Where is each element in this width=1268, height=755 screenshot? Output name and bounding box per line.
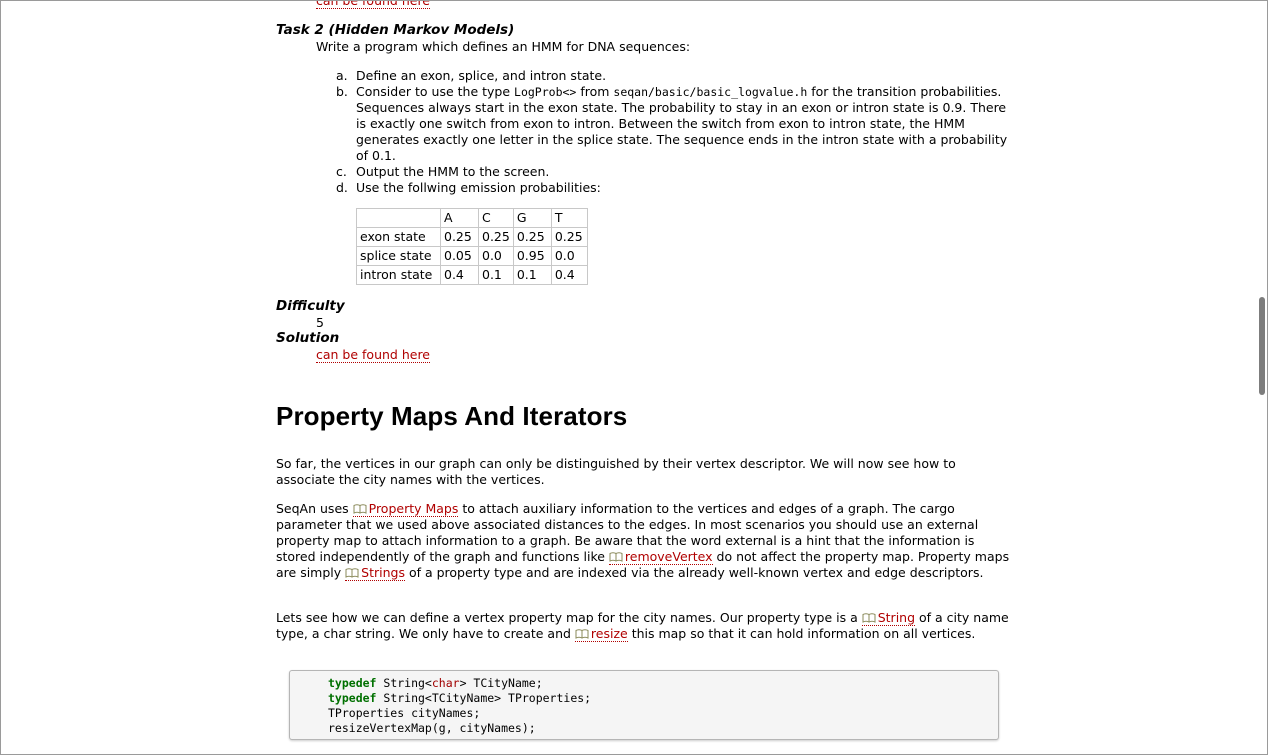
strings-link[interactable]: Strings [345,565,405,581]
book-icon [609,552,623,562]
table-cell [356,208,441,228]
table-cell: 0.25 [550,227,588,247]
book-icon [353,504,367,514]
table-row: splice state 0.05 0.0 0.95 0.0 [356,246,588,266]
document-viewport: can be found here Task 2 (Hidden Markov … [0,0,1268,755]
vertical-scrollbar-thumb[interactable] [1259,297,1265,395]
table-cell: 0.0 [478,246,514,266]
table-cell: 0.25 [478,227,514,247]
table-cell: 0.4 [550,265,588,285]
table-cell: T [550,208,588,228]
table-cell: A [440,208,479,228]
table-cell: G [512,208,552,228]
difficulty-value: 5 [316,315,324,330]
paragraph-city-names: Lets see how we can define a vertex prop… [276,610,1009,642]
table-cell: 0.1 [478,265,514,285]
table-cell: 0.95 [512,246,552,266]
table-cell: exon state [356,227,441,247]
solution-link[interactable]: can be found here [316,347,430,363]
resize-link[interactable]: resize [574,626,628,642]
code-line: resizeVertexMap(g, cityNames); [328,721,536,735]
table-cell: 0.4 [440,265,479,285]
code-line: typedef String<char> TCityName; [328,676,543,690]
table-cell: splice state [356,246,441,266]
logprob-code: LogProb<> [514,85,577,99]
task-title: Task 2 (Hidden Markov Models) [276,22,515,38]
table-cell: 0.05 [440,246,479,266]
paragraph-intro: So far, the vertices in our graph can on… [276,456,956,487]
table-cell: 0.25 [440,227,479,247]
code-listing: typedef String<char> TCityName; typedef … [328,676,591,736]
table-cell: intron state [356,265,441,285]
emission-table: A C G T exon state 0.25 0.25 0.25 0.25 s… [356,208,588,285]
string-link[interactable]: String [861,610,916,626]
table-cell: 0.1 [512,265,552,285]
remove-vertex-link[interactable]: removeVertex [608,549,713,565]
previous-solution-link[interactable]: can be found here [316,1,430,9]
paragraph-property-maps: SeqAn uses Property Maps to attach auxil… [276,501,1010,581]
step-a: a. Define an exon, splice, and intron st… [336,68,607,83]
step-d: d. Use the follwing emission probabiliti… [336,180,601,195]
step-b: b. Consider to use the type LogProb<> fr… [336,84,1008,163]
table-row: exon state 0.25 0.25 0.25 0.25 [356,227,588,247]
header-path-code: seqan/basic/basic_logvalue.h [613,85,808,99]
task-steps: a. Define an exon, splice, and intron st… [316,68,1016,196]
section-title: Property Maps And Iterators [276,401,628,431]
table-cell: 0.25 [512,227,552,247]
table-cell: C [478,208,514,228]
code-line: TProperties cityNames; [328,706,481,720]
book-icon [862,613,876,623]
property-maps-link[interactable]: Property Maps [352,501,459,517]
code-block: typedef String<char> TCityName; typedef … [289,670,999,740]
table-row: intron state 0.4 0.1 0.1 0.4 [356,265,588,285]
table-cell: 0.0 [550,246,588,266]
difficulty-label: Difficulty [276,298,345,314]
book-icon [345,568,359,578]
task-intro: Write a program which defines an HMM for… [316,39,691,54]
book-icon [575,629,589,639]
table-header-row: A C G T [356,208,588,228]
solution-label: Solution [276,330,340,346]
step-c: c. Output the HMM to the screen. [336,164,550,179]
code-line: typedef String<TCityName> TProperties; [328,691,592,705]
